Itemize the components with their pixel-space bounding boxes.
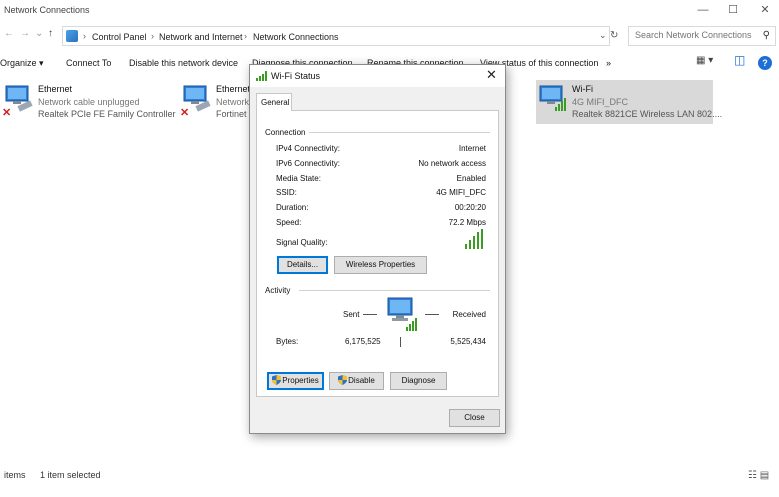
connection-name: Wi-Fi (572, 84, 593, 94)
details-button[interactable]: Details... (277, 256, 328, 274)
breadcrumb-network-connections[interactable]: Network Connections (253, 32, 339, 42)
connection-item-ethernet[interactable]: ✕ Ethernet Network cable unplugged Realt… (2, 80, 176, 124)
connection-device: Realtek PCIe FE Family Controller (38, 109, 176, 119)
breadcrumb-separator: › (244, 31, 247, 41)
received-label: Received (452, 310, 486, 319)
dialog-titlebar: Wi-Fi Status ✕ (250, 65, 505, 87)
signal-quality-icon (465, 229, 485, 249)
wifi-status-dialog: Wi-Fi Status ✕ General Connection IPv4 C… (249, 64, 506, 434)
dialog-close-icon[interactable]: ✕ (486, 67, 497, 83)
control-panel-icon (66, 30, 78, 42)
connection-status: Network (216, 97, 250, 107)
duration-value: 00:20:20 (454, 203, 486, 212)
speed-label: Speed: (276, 218, 302, 227)
breadcrumb-separator: › (83, 31, 86, 41)
received-line (425, 314, 439, 315)
divider (309, 132, 490, 133)
close-button[interactable]: Close (449, 409, 500, 427)
tab-general-label: General (261, 98, 290, 107)
disable-label: Disable (348, 376, 375, 385)
speed-value: 72.2 Mbps (448, 218, 486, 227)
organize-menu[interactable]: Organize ▾ (0, 58, 44, 69)
uac-shield-icon (272, 375, 282, 385)
preview-pane-icon[interactable]: ◫ (734, 53, 745, 67)
wifi-signal-icon (256, 71, 267, 81)
diagnose-button[interactable]: Diagnose (390, 372, 447, 390)
ipv6-label: IPv6 Connectivity: (276, 159, 341, 168)
change-view-icon[interactable]: ▦ ▾ (696, 55, 713, 66)
wireless-properties-button[interactable]: Wireless Properties (334, 256, 427, 274)
connection-item-wifi[interactable]: Wi-Fi 4G MIFI_DFC Realtek 8821CE Wireles… (536, 80, 722, 124)
dialog-title: Wi-Fi Status (271, 71, 321, 81)
help-icon[interactable]: ? (758, 56, 772, 70)
uac-shield-icon (338, 375, 348, 385)
connection-item-ethernet-2[interactable]: ✕ Ethernet Network Fortinet (180, 80, 250, 124)
media-state-value: Enabled (456, 174, 486, 183)
bytes-sent-value: 6,175,525 (345, 337, 381, 346)
disable-button[interactable]: Disable (329, 372, 384, 390)
sent-label: Sent (343, 310, 360, 319)
media-state-label: Media State: (276, 174, 321, 183)
signal-quality-label: Signal Quality: (276, 238, 328, 247)
connection-name: Ethernet (216, 84, 250, 94)
breadcrumb-separator: › (151, 31, 154, 41)
bytes-label: Bytes: (276, 337, 299, 346)
item-count: items (4, 470, 26, 480)
activity-divider (400, 337, 401, 347)
minimize-button[interactable]: — (690, 2, 716, 18)
forward-arrow-icon[interactable]: → (20, 28, 30, 39)
connect-to-button[interactable]: Connect To (66, 58, 111, 68)
search-icon[interactable]: ⚲ (763, 30, 770, 41)
connection-status: Network cable unplugged (38, 97, 140, 107)
ssid-label: SSID: (276, 188, 297, 197)
address-bar: ← → ⌄ ↑ › Control Panel › Network and In… (0, 25, 779, 48)
disable-device-button[interactable]: Disable this network device (129, 58, 238, 68)
bytes-received-value: 5,525,434 (450, 337, 486, 346)
ipv6-value: No network access (418, 159, 486, 168)
properties-button[interactable]: Properties (267, 372, 324, 390)
connection-device: Fortinet (216, 109, 247, 119)
recent-locations-icon[interactable]: ⌄ (35, 28, 43, 39)
connection-name: Ethernet (38, 84, 73, 94)
properties-label: Properties (282, 376, 319, 385)
back-arrow-icon[interactable]: ← (4, 28, 14, 39)
activity-group-header: Activity (265, 286, 291, 295)
breadcrumb-network-and-internet[interactable]: Network and Internet (159, 32, 243, 42)
disconnected-error-icon: ✕ (2, 107, 12, 119)
disconnected-error-icon: ✕ (180, 107, 190, 119)
breadcrumb[interactable]: › Control Panel › Network and Internet ›… (62, 26, 610, 46)
search-input[interactable] (635, 30, 753, 40)
window-titlebar: Network Connections — ☐ ✕ (0, 0, 779, 21)
view-mode-icon[interactable]: ☷ ▤ (748, 470, 769, 481)
status-bar: items 1 item selected ☷ ▤ (0, 468, 779, 484)
maximize-button[interactable]: ☐ (720, 2, 746, 18)
duration-label: Duration: (276, 203, 309, 212)
search-box[interactable]: ⚲ (628, 26, 776, 46)
more-commands-button[interactable]: » (606, 58, 611, 68)
window-title: Network Connections (4, 5, 90, 15)
tab-general[interactable]: General (256, 93, 292, 111)
network-activity-icon (387, 297, 417, 331)
ipv4-value: Internet (458, 144, 486, 153)
ipv4-label: IPv4 Connectivity: (276, 144, 341, 153)
wifi-adapter-icon (539, 85, 566, 111)
close-window-button[interactable]: ✕ (752, 2, 778, 18)
connection-device: Realtek 8821CE Wireless LAN 802.... (572, 109, 723, 119)
ssid-value: 4G MIFI_DFC (436, 188, 486, 197)
connection-status: 4G MIFI_DFC (572, 97, 629, 107)
up-arrow-icon[interactable]: ↑ (48, 28, 53, 39)
connection-group-header: Connection (265, 128, 306, 137)
address-dropdown-icon[interactable]: ⌄ (599, 30, 607, 41)
refresh-icon[interactable]: ↻ (610, 30, 618, 41)
divider (299, 290, 490, 291)
general-tab-panel: Connection IPv4 Connectivity: Internet I… (256, 110, 499, 397)
breadcrumb-control-panel[interactable]: Control Panel (92, 32, 147, 42)
selection-count: 1 item selected (40, 470, 101, 480)
sent-line (363, 314, 377, 315)
